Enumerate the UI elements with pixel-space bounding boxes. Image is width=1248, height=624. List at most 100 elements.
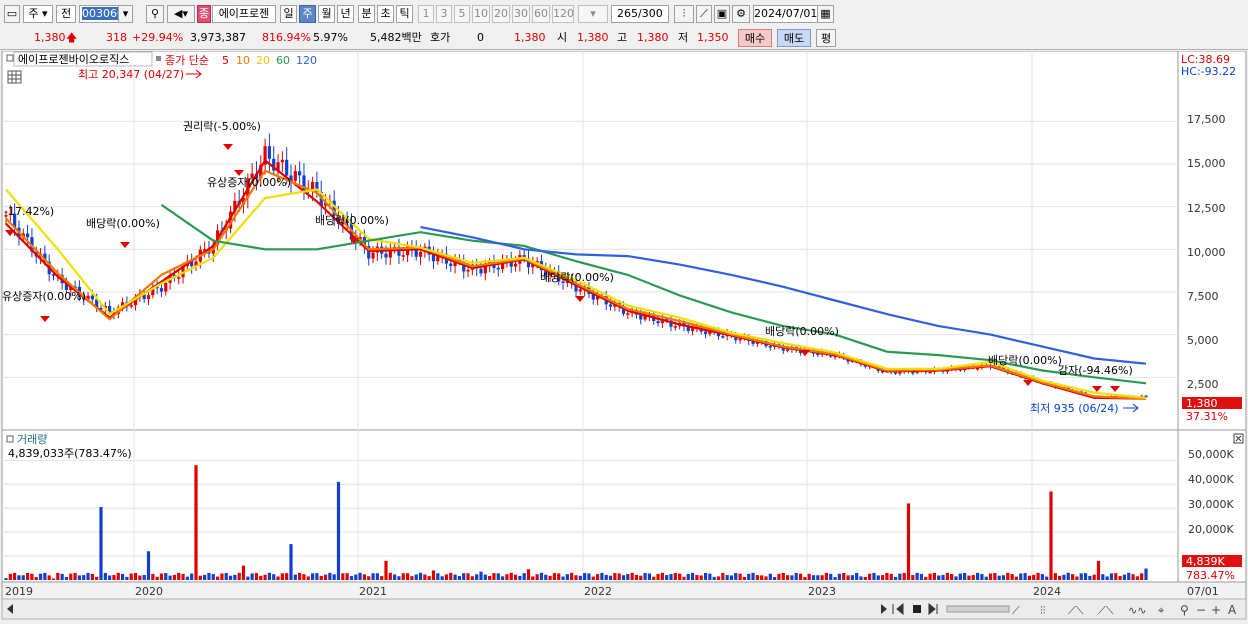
legend-box-icon[interactable] [6, 54, 14, 62]
font-size-icon[interactable]: A [1228, 603, 1237, 617]
volume-bar [332, 574, 336, 580]
volume-bar [833, 577, 837, 580]
volume-value: 3,973,387 [190, 31, 246, 44]
sell-button[interactable]: 매도 [777, 29, 811, 47]
table-icon[interactable] [7, 70, 22, 84]
search-zoom-icon[interactable]: ⚲ [1180, 603, 1189, 617]
volume-bar [639, 575, 643, 580]
tab-second[interactable]: 초 [377, 5, 394, 23]
volume-legend-box-icon[interactable] [6, 435, 14, 443]
num-tab-10[interactable]: 10 [472, 5, 490, 23]
candle-icon[interactable]: ⫶ [674, 5, 694, 23]
stock-name-field[interactable]: 에이프로젠 [212, 5, 276, 23]
volume-bar [1049, 491, 1053, 580]
volume-bar [1032, 574, 1036, 580]
num-tab-1[interactable]: 1 [418, 5, 434, 23]
volume-bar [423, 574, 427, 580]
volume-bar [418, 572, 423, 580]
volume-bar [112, 575, 116, 580]
year-label: 2019 [5, 585, 33, 598]
price-change-pct: +29.94% [132, 31, 184, 44]
volume-bar [850, 575, 854, 580]
up-arrow-icon: 🡅 [66, 31, 78, 44]
volume-bar [280, 573, 284, 580]
buy-button[interactable]: 매수 [738, 29, 772, 47]
candle-body [626, 313, 630, 315]
pattern-tool-icon[interactable]: ⫶⫶ [1040, 604, 1046, 617]
volume-bar [328, 572, 332, 580]
calendar-icon[interactable]: ▦ [818, 5, 834, 23]
price-chart[interactable]: 에이프로젠바이오로직스 종가 단순 5 10 20 60 120 LC:38.6… [0, 50, 1248, 621]
speaker-icon[interactable]: ◀▾ [167, 5, 195, 23]
price-tick: 5,000 [1187, 334, 1219, 347]
date-field[interactable]: 2024/07/01 [753, 5, 818, 23]
num-tab-5[interactable]: 5 [454, 5, 470, 23]
line-tool-icon[interactable]: ⟋⟍ [1098, 604, 1114, 617]
volume-bar [181, 574, 185, 580]
volume-bar [617, 573, 621, 580]
quote-bar: 1,380 🡅 318 +29.94% 3,973,387 816.94% 5.… [0, 28, 1248, 50]
count-field[interactable]: 265/300 [611, 5, 669, 23]
volume-bar [889, 573, 893, 580]
layout-icon[interactable]: ▭ [4, 5, 20, 23]
tab-month[interactable]: 월 [318, 5, 335, 23]
num-tab-60[interactable]: 60 [532, 5, 550, 23]
volume-bar [1001, 575, 1006, 580]
tab-minute[interactable]: 분 [358, 5, 375, 23]
volume-bar [975, 572, 980, 580]
prev-button[interactable]: 전 [56, 5, 76, 23]
stop-icon[interactable] [913, 605, 921, 613]
volume-bar [237, 572, 241, 580]
wave-tool-icon[interactable]: ∿∿ [1128, 604, 1146, 617]
volume-bar [51, 578, 56, 580]
trend-tool-icon[interactable]: ⟋⟍ [1068, 604, 1084, 617]
tab-week[interactable]: 주 [299, 5, 316, 23]
volume-bar [190, 573, 194, 580]
num-tab-20[interactable]: 20 [492, 5, 510, 23]
volume-bar [90, 573, 94, 580]
open-price: 1,380 [577, 31, 609, 44]
candle-body [285, 159, 289, 176]
zoom-in-icon[interactable]: + [1211, 603, 1221, 617]
crosshair-icon[interactable]: ⌖ [1158, 604, 1164, 617]
volume-bar [298, 572, 302, 580]
num-tab-30[interactable]: 30 [512, 5, 530, 23]
volume-bar [43, 572, 47, 580]
period-unit-select[interactable]: 주 ▾ [23, 5, 53, 23]
num-tab-3[interactable]: 3 [436, 5, 452, 23]
draw-tool-icon[interactable]: ⟋ [1012, 604, 1020, 617]
candle-body [578, 289, 582, 292]
zoom-slider[interactable] [946, 605, 1010, 613]
volume-bar [488, 575, 492, 580]
volume-bar [1092, 574, 1096, 580]
chevron-down-icon[interactable]: ▾ [119, 5, 133, 23]
stock-code-input[interactable]: 003060 [79, 5, 119, 23]
candle-body [673, 326, 677, 328]
volume-bar [790, 575, 794, 580]
volume-bar [958, 573, 962, 580]
custom-period-select[interactable]: ▾ [578, 5, 608, 23]
price-change: 318 [106, 31, 127, 44]
volume-bar [354, 574, 358, 580]
num-tab-120[interactable]: 120 [552, 5, 574, 23]
eval-button[interactable]: 평 [816, 29, 836, 47]
stock-name-badge: 종 [197, 5, 211, 23]
search-icon[interactable]: ⚲ [146, 5, 164, 23]
gear-icon[interactable]: ⚙ [732, 5, 750, 23]
volume-bar [652, 576, 656, 580]
volume-bar [738, 573, 742, 580]
zoom-out-icon[interactable]: − [1196, 603, 1206, 617]
volume-bar [371, 573, 375, 580]
volume-bar [1083, 573, 1088, 580]
save-icon[interactable]: ▣ [714, 5, 730, 23]
volume-bar [254, 573, 259, 580]
candle-body [785, 349, 790, 351]
volume-bar [30, 573, 34, 580]
turnover-rate: 5.97% [313, 31, 348, 44]
tab-day[interactable]: 일 [280, 5, 297, 23]
tab-year[interactable]: 년 [337, 5, 354, 23]
volume-bar [13, 572, 17, 580]
volume-bar [565, 574, 569, 580]
draw-line-icon[interactable]: ⟋ [696, 5, 712, 23]
tab-tick[interactable]: 틱 [396, 5, 413, 23]
